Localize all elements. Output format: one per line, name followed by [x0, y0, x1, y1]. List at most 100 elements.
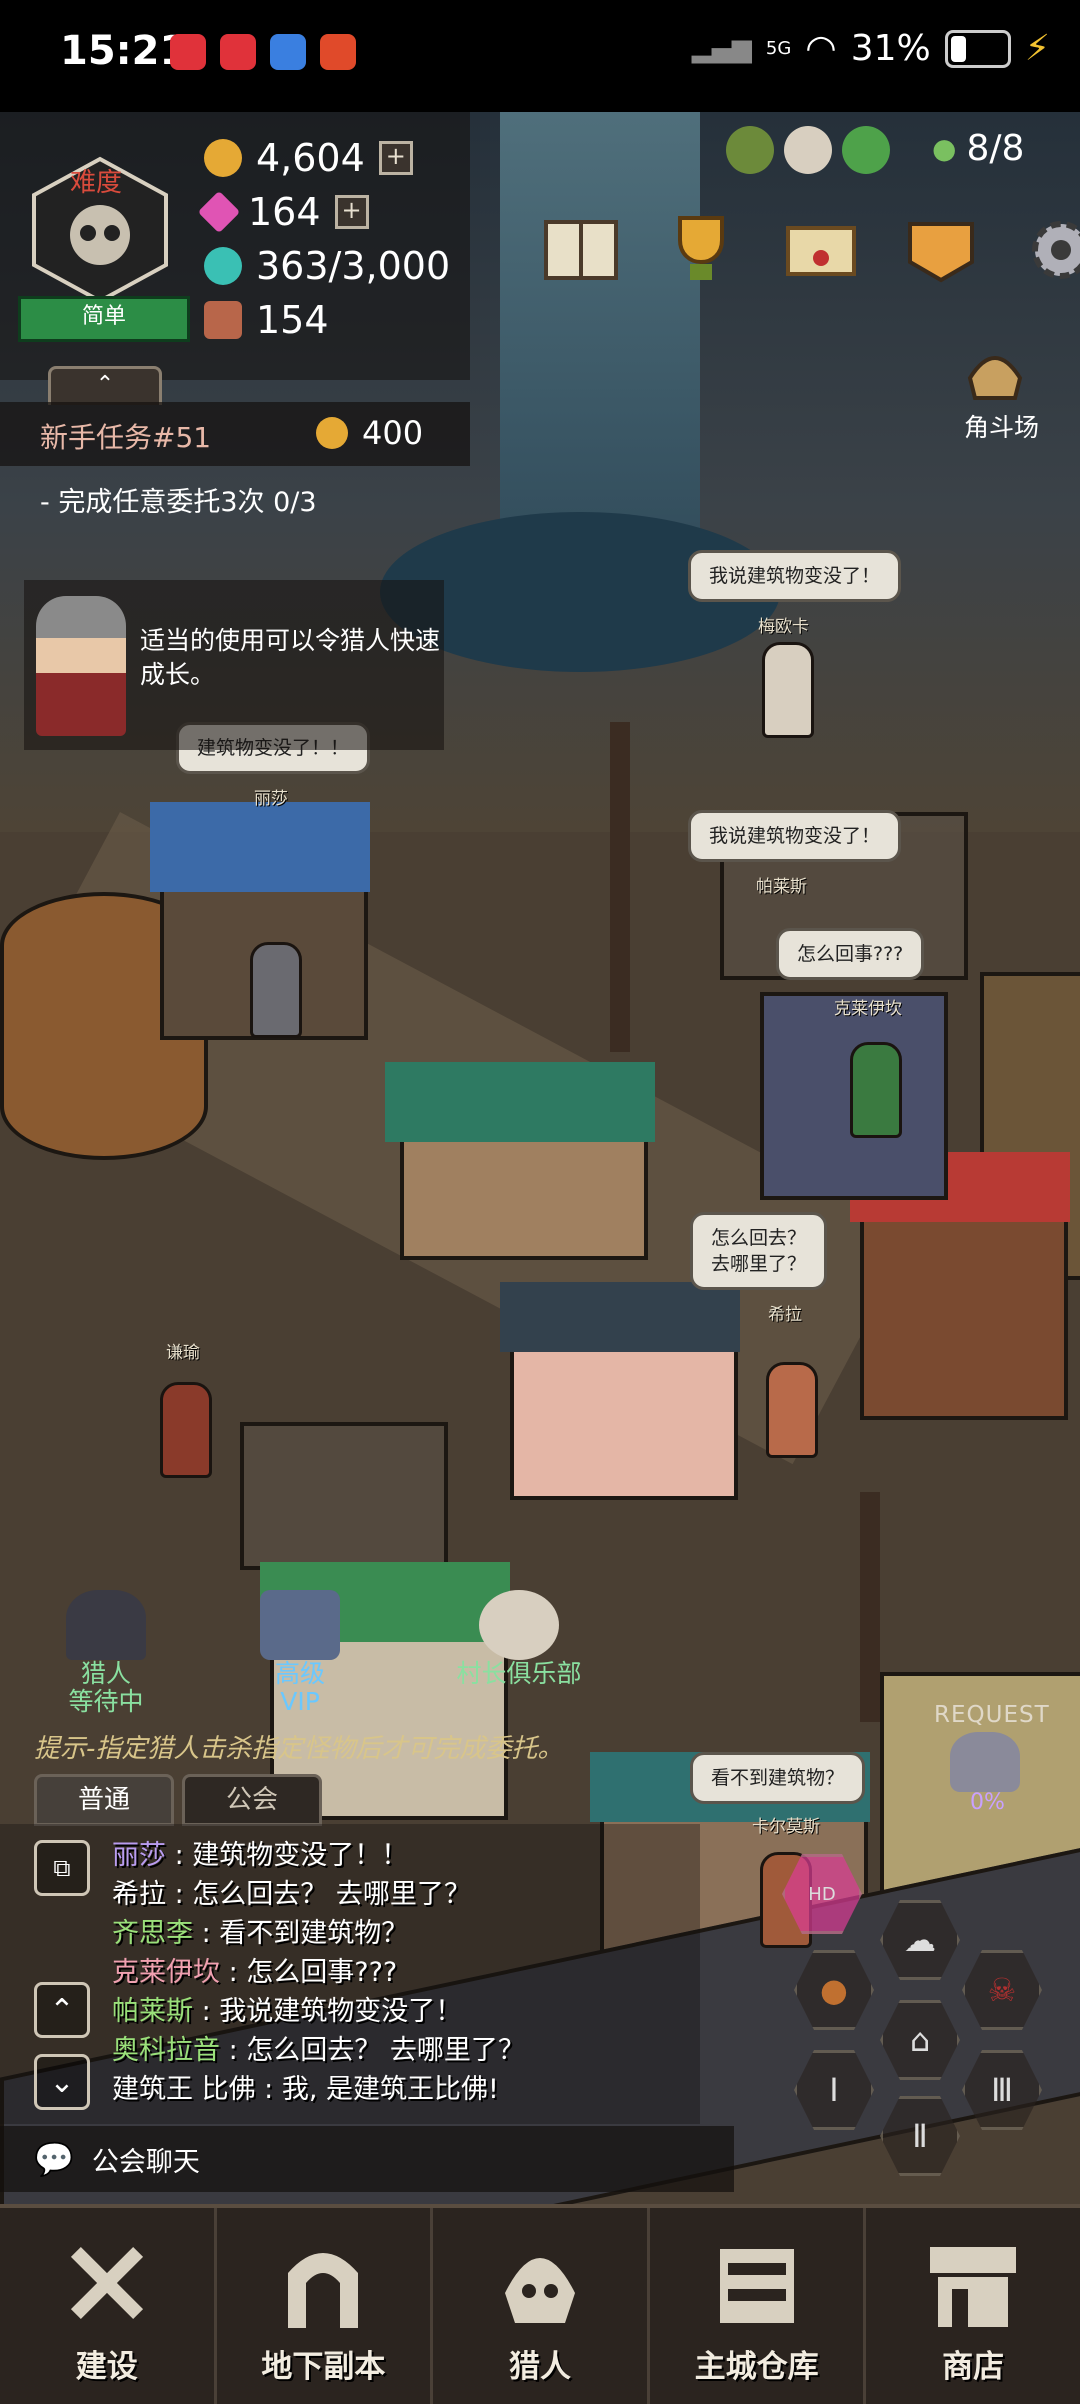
chat-scroll-down-button[interactable]: ⌄ — [34, 2054, 90, 2110]
status-time: 15:21 — [60, 28, 188, 74]
chat-sender[interactable]: 希拉 — [112, 1879, 166, 1910]
chat-expand-button[interactable]: ⧉ — [34, 1840, 90, 1896]
hunter-face-icon[interactable] — [784, 126, 832, 174]
guild-flag-icon[interactable] — [900, 210, 982, 290]
nav-warehouse[interactable]: 主城仓库 — [650, 2208, 867, 2404]
crystal-amount: 363/3,000 — [256, 244, 451, 288]
nav-hunter[interactable]: 猎人 — [433, 2208, 650, 2404]
chat-sender[interactable]: 克莱伊坎 — [112, 1957, 220, 1988]
crystal-row: 363/3,000 — [204, 244, 450, 288]
app-notification-icon — [270, 34, 306, 70]
chest-row: 154 — [204, 298, 329, 342]
shop-icon — [930, 2247, 1017, 2327]
app-notification-icon — [220, 34, 256, 70]
collapse-hud-button[interactable]: ⌃ — [48, 366, 162, 405]
chat-message: 建筑物变没了！！ — [192, 1840, 409, 1871]
speech-bubble: 我说建筑物变没了！ — [688, 810, 902, 862]
quest-task: - 完成任意委托3次 0/3 — [40, 487, 317, 518]
hunter-character[interactable] — [762, 642, 814, 738]
nav-dungeon[interactable]: 地下副本 — [217, 2208, 434, 2404]
trophy-icon[interactable] — [660, 210, 742, 290]
quest-reward-amount: 400 — [362, 414, 424, 452]
potion-bag-icon[interactable] — [842, 126, 890, 174]
nav-label: 建设 — [75, 2349, 138, 2385]
chief-portrait-icon — [479, 1590, 559, 1660]
signal-icon: ▂▄▆ — [691, 33, 752, 64]
hunter-character[interactable] — [160, 1382, 212, 1478]
chat-message: 怎么回事??? — [246, 1957, 398, 1988]
difficulty-label: 难度 — [70, 168, 123, 198]
ghost-icon: ☁ — [904, 1921, 936, 1959]
chevron-up-icon: ⌃ — [49, 1992, 75, 2028]
chat-line: 奥科拉音 : 怎么回去？ 去哪里了？ — [112, 2031, 525, 2070]
tab-normal[interactable]: 普通 — [34, 1774, 174, 1826]
hunter-character[interactable] — [250, 942, 302, 1038]
gear-icon[interactable] — [1020, 210, 1080, 290]
nav-build[interactable]: 建设 — [0, 2208, 217, 2404]
hunter-character[interactable] — [766, 1362, 818, 1458]
request-label[interactable]: REQUEST — [934, 1702, 1050, 1728]
character-name: 谦瑜 — [166, 1343, 200, 1363]
hunter-waiting-button[interactable]: 猎人 等待中 — [26, 1590, 186, 1716]
chief-club-button[interactable]: 村长俱乐部 — [414, 1590, 624, 1716]
arena-label[interactable]: 角斗场 — [964, 408, 1039, 444]
chat-sender[interactable]: 帕莱斯 — [112, 1996, 193, 2027]
chat-message: 怎么回去？ 去哪里了？ — [192, 1879, 471, 1910]
skull-icon: ☠ — [987, 1971, 1017, 2009]
hunter-character[interactable] — [850, 1042, 902, 1138]
chevron-up-icon: ⌃ — [95, 372, 115, 397]
vip-cannon-icon — [260, 1590, 340, 1660]
speech-bubble: 怎么回事??? — [776, 928, 925, 980]
tab-guild[interactable]: 公会 — [182, 1774, 322, 1826]
bare-tree — [860, 1492, 880, 1722]
vip-button[interactable]: 高级 VIP — [220, 1590, 380, 1716]
chat-separator: : — [193, 1918, 220, 1949]
gold-coin-icon — [316, 417, 348, 449]
bare-tree — [610, 722, 630, 1052]
chevron-down-icon: ⌄ — [49, 2064, 75, 2100]
speech-bubble: 看不到建筑物？ — [690, 1752, 866, 1804]
difficulty-value: 简单 — [18, 296, 190, 342]
guild-chat-bar[interactable]: 💬 公会聊天 — [0, 2126, 734, 2192]
chat-sender[interactable]: 丽莎 — [112, 1840, 166, 1871]
chat-line: 帕莱斯 : 我说建筑物变没了！ — [112, 1992, 525, 2031]
letter-icon[interactable] — [780, 210, 862, 290]
character-name: 丽莎 — [254, 789, 288, 809]
chat-line: 希拉 : 怎么回去？ 去哪里了？ — [112, 1875, 525, 1914]
population-count: 8/8 — [966, 128, 1025, 169]
book-icon[interactable] — [540, 210, 622, 290]
gift-icon[interactable] — [726, 126, 774, 174]
population: ● 8/8 — [932, 128, 1024, 169]
character-name: 希拉 — [768, 1305, 802, 1325]
quest-title[interactable]: 新手任务#51 — [40, 416, 211, 456]
status-right: ▂▄▆ 5G ◠ 31% ⚡ — [692, 28, 1050, 69]
nav-shop[interactable]: 商店 — [866, 2208, 1080, 2404]
character-name: 卡尔莫斯 — [752, 1817, 820, 1837]
quest-reward: 400 — [316, 414, 423, 452]
chat-separator: : — [166, 1879, 193, 1910]
network-type: 5G — [765, 38, 792, 59]
dark-roof — [500, 1282, 740, 1352]
chat-message: 我说建筑物变没了！ — [219, 1996, 463, 2027]
nav-label: 商店 — [942, 2349, 1005, 2385]
speech-bubble: 我说建筑物变没了！ — [688, 550, 902, 602]
arena-helmet-icon[interactable] — [960, 338, 1030, 408]
nav-label: 主城仓库 — [694, 2349, 819, 2385]
chat-sender[interactable]: 奥科拉音 — [112, 2035, 220, 2066]
ruined-frame-2[interactable] — [240, 1422, 448, 1570]
hunter-helmet-icon — [504, 2258, 575, 2323]
nav-label: 地下副本 — [261, 2349, 386, 2385]
add-gem-button[interactable]: + — [334, 195, 369, 229]
person-icon: ● — [932, 132, 957, 165]
request-monster-icon[interactable] — [950, 1732, 1020, 1792]
add-gold-button[interactable]: + — [378, 141, 413, 175]
chat-sender[interactable]: 齐思李 — [112, 1918, 193, 1949]
chat-messages: 丽莎 : 建筑物变没了！！ 希拉 : 怎么回去？ 去哪里了？ 齐思李 : 看不到建筑… — [112, 1836, 525, 2109]
chat-scroll-up-button[interactable]: ⌃ — [34, 1982, 90, 2038]
speech-bubble: 怎么回去？ 去哪里了？ — [690, 1212, 828, 1290]
green-roof — [385, 1062, 655, 1142]
bottom-nav: 建设 地下副本 猎人 主城仓库 商店 — [0, 2204, 1080, 2404]
chat-sender[interactable]: 建筑王 比佛 — [112, 2074, 256, 2105]
bear-icon: ● — [820, 1971, 848, 2009]
chat-tabs: 普通 公会 — [34, 1774, 322, 1826]
